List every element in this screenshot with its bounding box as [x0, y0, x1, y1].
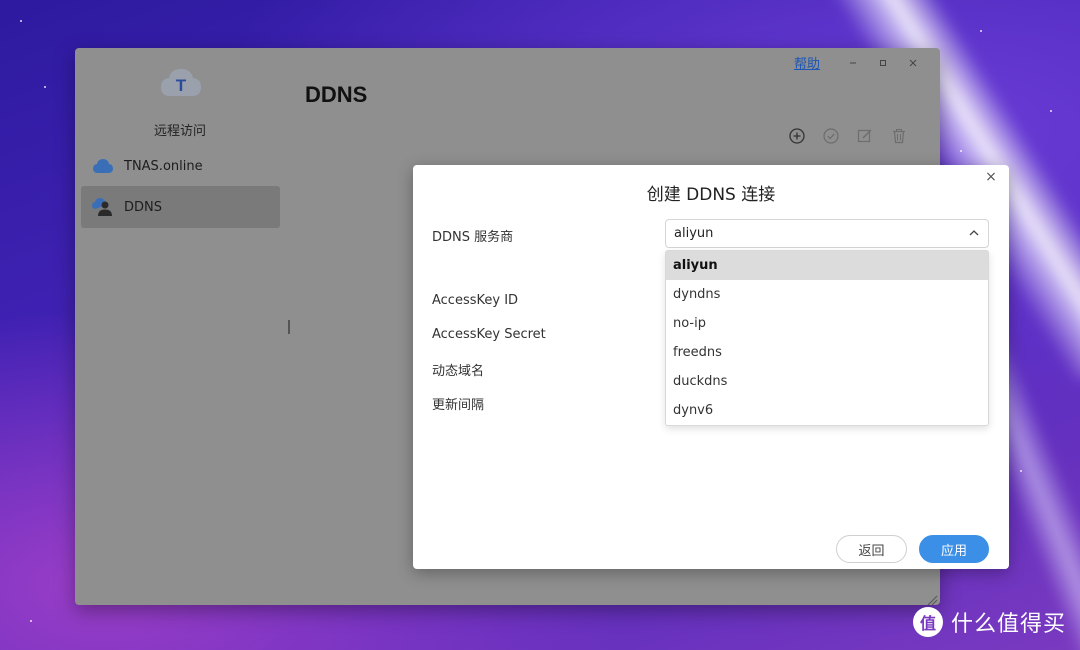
apply-button[interactable]: 应用 [919, 535, 989, 563]
provider-option-freedns[interactable]: freedns [666, 338, 988, 367]
close-icon [909, 59, 917, 66]
watermark: 值 什么值得买 [912, 606, 1066, 638]
window-resize-grip[interactable] [926, 591, 938, 605]
delete-button[interactable] [882, 126, 916, 146]
star [1020, 470, 1022, 472]
remote-access-app-icon: T [159, 66, 203, 100]
interval-label: 更新间隔 [432, 398, 485, 413]
ddns-user-icon [91, 197, 115, 217]
edit-icon [857, 129, 872, 143]
check-circle-icon [823, 128, 839, 144]
minimize-icon [850, 62, 856, 63]
cloud-icon [91, 156, 115, 176]
provider-select-value: aliyun [674, 226, 714, 241]
create-ddns-dialog: × 创建 DDNS 连接 DDNS 服务商 AccessKey ID Acces… [413, 165, 1009, 569]
watermark-text: 什么值得买 [950, 612, 1066, 637]
access-key-id-label: AccessKey ID [432, 293, 519, 308]
toolbar [780, 126, 916, 146]
add-circle-icon [789, 128, 805, 144]
minimize-button[interactable] [838, 54, 868, 72]
add-button[interactable] [780, 126, 814, 146]
provider-option-no-ip[interactable]: no-ip [666, 309, 988, 338]
edit-button[interactable] [848, 126, 882, 146]
sidebar-item-label: DDNS [124, 199, 162, 215]
star [1050, 110, 1052, 112]
sidebar: T 远程访问 TNAS.online DDNS [75, 48, 290, 605]
sidebar-resize-handle[interactable] [288, 320, 290, 334]
star [960, 150, 962, 152]
chevron-up-icon [968, 227, 980, 243]
provider-option-dynv6[interactable]: dynv6 [666, 396, 988, 425]
provider-dropdown: aliyun dyndns no-ip freedns duckdns dynv… [665, 250, 989, 426]
provider-label: DDNS 服务商 [432, 230, 514, 245]
domain-label: 动态域名 [432, 364, 485, 379]
trash-icon [893, 129, 905, 144]
maximize-button[interactable] [868, 54, 898, 72]
sidebar-item-ddns[interactable]: DDNS [81, 186, 280, 228]
provider-option-duckdns[interactable]: duckdns [666, 367, 988, 396]
sidebar-item-tnas-online[interactable]: TNAS.online [81, 145, 280, 187]
provider-option-aliyun[interactable]: aliyun [666, 251, 988, 280]
dialog-title: 创建 DDNS 连接 [646, 185, 776, 205]
star [980, 30, 982, 32]
provider-select[interactable]: aliyun [665, 219, 989, 248]
star [30, 620, 32, 622]
sidebar-item-label: TNAS.online [124, 158, 203, 174]
page-title: DDNS [305, 82, 368, 107]
provider-option-dyndns[interactable]: dyndns [666, 280, 988, 309]
star [44, 86, 46, 88]
maximize-icon [880, 59, 886, 66]
enable-button[interactable] [814, 126, 848, 146]
svg-text:T: T [176, 76, 187, 95]
back-button[interactable]: 返回 [836, 535, 907, 563]
help-link[interactable]: 帮助 [794, 53, 820, 72]
window-controls: 帮助 [794, 53, 928, 72]
access-key-secret-label: AccessKey Secret [432, 327, 546, 342]
close-window-button[interactable] [898, 54, 928, 72]
star [20, 20, 22, 22]
app-title: 远程访问 [153, 124, 206, 139]
watermark-logo: 值 [912, 607, 943, 637]
